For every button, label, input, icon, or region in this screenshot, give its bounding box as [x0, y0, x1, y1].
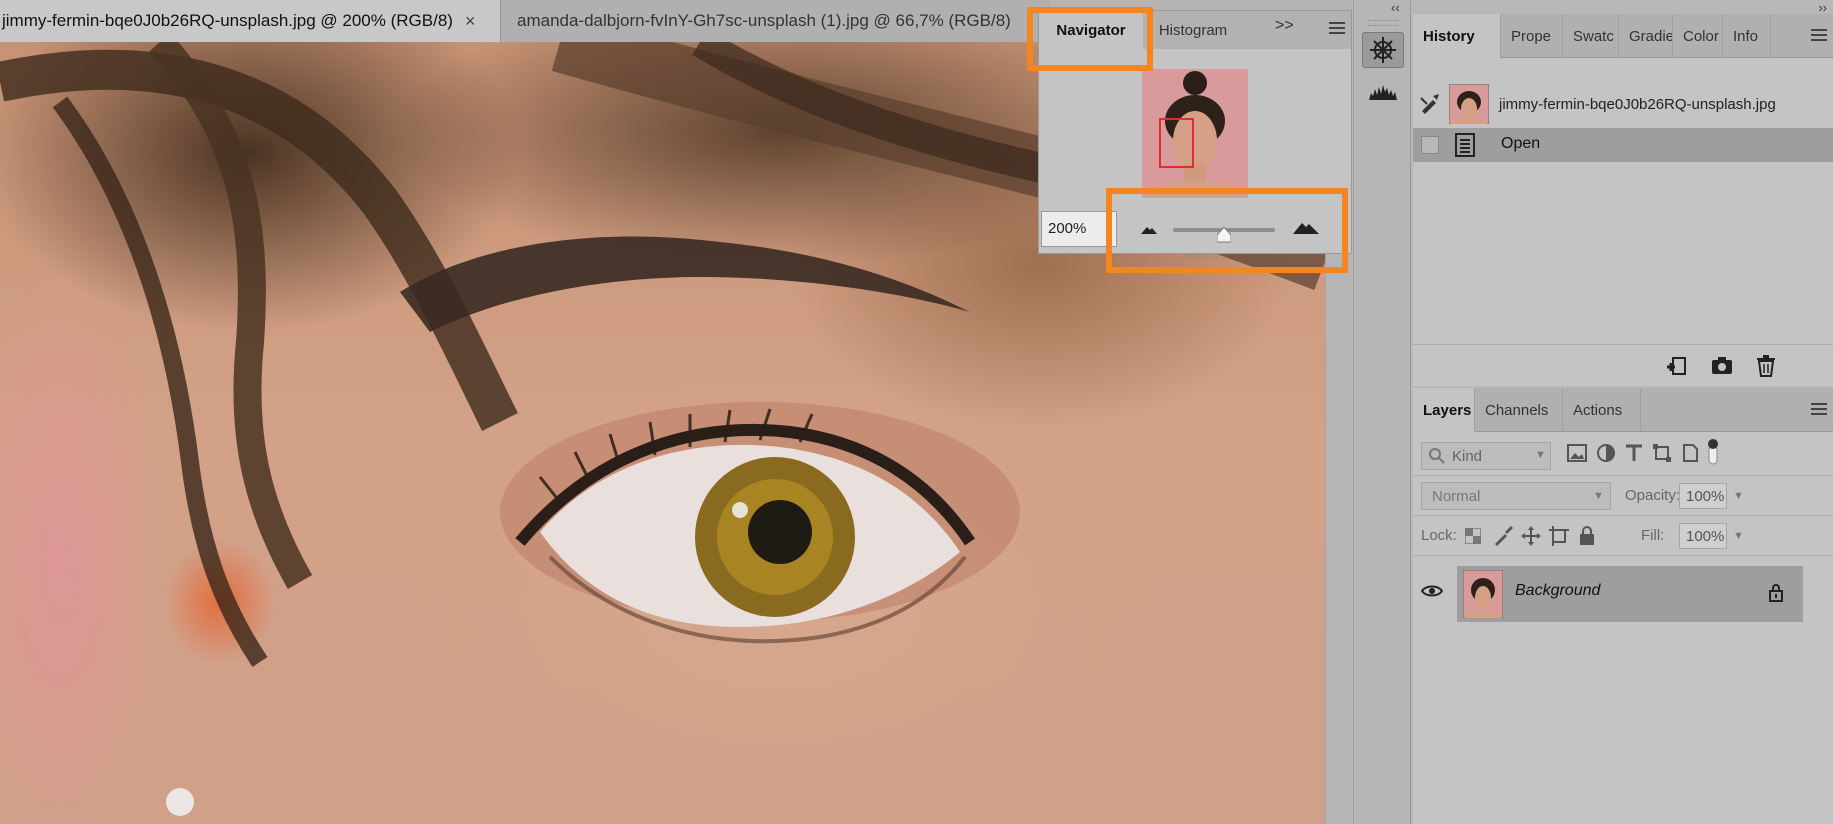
layer-row-background[interactable]: Background [1457, 566, 1803, 622]
tab-histogram[interactable]: Histogram [1143, 11, 1243, 49]
snapshot-name: jimmy-fermin-bqe0J0b26RQ-unsplash.jpg [1499, 96, 1776, 113]
collapse-dock-icon[interactable]: ‹‹ [1391, 0, 1400, 15]
snapshot-thumbnail [1449, 84, 1489, 124]
lock-artboard-icon[interactable] [1549, 526, 1569, 546]
opacity-label: Opacity: [1625, 487, 1681, 504]
document-tab-active[interactable]: jimmy-fermin-bqe0J0b26RQ-unsplash.jpg @ … [0, 0, 500, 42]
navigator-icon [1370, 37, 1396, 63]
blend-row: Normal ▼ Opacity: 100% ▼ [1413, 476, 1833, 516]
lock-image-pixels-icon[interactable] [1493, 526, 1513, 546]
tab-gradients[interactable]: Gradie [1619, 14, 1673, 58]
tab-history[interactable]: History [1413, 14, 1501, 58]
document-tab-inactive[interactable]: amanda-dalbjorn-fvInY-Gh7sc-unsplash (1)… [500, 0, 1050, 42]
tab-info[interactable]: Info [1723, 14, 1771, 58]
highlight-navigator-tab [1027, 7, 1153, 71]
shape-filter-icon[interactable] [1653, 444, 1671, 462]
history-brush-source-icon[interactable] [1419, 92, 1441, 114]
histogram-icon [1369, 85, 1397, 100]
document-tab-title: jimmy-fermin-bqe0J0b26RQ-unsplash.jpg @ … [2, 11, 453, 30]
smart-object-filter-icon[interactable] [1681, 444, 1699, 462]
eye-icon[interactable] [1421, 584, 1443, 598]
fill-label: Fill: [1641, 527, 1665, 544]
highlight-zoom-slider [1106, 188, 1348, 273]
tab-properties[interactable]: Prope [1501, 14, 1563, 58]
lock-position-icon[interactable] [1521, 526, 1541, 546]
adjustment-filter-icon[interactable] [1597, 444, 1615, 462]
history-footer [1413, 344, 1833, 386]
collapse-right-icon[interactable]: ›› [1818, 0, 1827, 15]
filter-toggle-icon[interactable] [1707, 438, 1719, 466]
tab-layers[interactable]: Layers [1413, 388, 1475, 432]
panel-menu-icon[interactable] [1329, 21, 1345, 35]
layer-thumbnail [1463, 570, 1503, 618]
layers-panel: Kind ▼ Normal ▼ Opacity: 100% ▼ Lock: Fi… [1413, 432, 1833, 824]
tab-swatches[interactable]: Swatc [1563, 14, 1619, 58]
navigator-dock-button[interactable] [1362, 32, 1404, 68]
history-snapshot[interactable]: jimmy-fermin-bqe0J0b26RQ-unsplash.jpg [1413, 82, 1833, 128]
histogram-dock-button[interactable] [1362, 74, 1404, 110]
tab-actions[interactable]: Actions [1563, 388, 1641, 432]
trash-icon[interactable] [1757, 355, 1775, 377]
history-panel: jimmy-fermin-bqe0J0b26RQ-unsplash.jpg Op… [1413, 58, 1833, 363]
expand-panels-icon[interactable]: >> [1275, 17, 1294, 35]
chevron-down-icon[interactable]: ▼ [1733, 530, 1744, 542]
tab-channels[interactable]: Channels [1475, 388, 1563, 432]
lock-row: Lock: Fill: 100% ▼ [1413, 516, 1833, 556]
opacity-input[interactable]: 100% [1679, 483, 1727, 509]
blend-mode-value: Normal [1432, 488, 1481, 505]
collapsed-panel-dock: ‹‹ [1353, 0, 1411, 824]
filter-kind-label: Kind [1452, 448, 1483, 465]
lock-all-icon[interactable] [1579, 526, 1595, 546]
history-step[interactable]: Open [1413, 128, 1833, 162]
tab-color[interactable]: Color [1673, 14, 1723, 58]
type-filter-icon[interactable] [1625, 444, 1643, 462]
panel-menu-icon[interactable] [1811, 402, 1827, 416]
dock-grip[interactable] [1368, 20, 1398, 26]
document-tab-title: amanda-dalbjorn-fvInY-Gh7sc-unsplash (1)… [517, 11, 1011, 30]
chevron-down-icon: ▼ [1535, 449, 1546, 461]
document-icon [1455, 133, 1475, 157]
chevron-down-icon[interactable]: ▼ [1733, 490, 1744, 502]
camera-icon[interactable] [1711, 355, 1733, 375]
new-document-from-state-icon[interactable] [1667, 355, 1689, 377]
navigator-view-box[interactable] [1159, 118, 1194, 168]
history-tab-bar: History Prope Swatc Gradie Color Info [1413, 14, 1833, 58]
chevron-down-icon: ▼ [1593, 490, 1604, 502]
lock-label: Lock: [1421, 527, 1457, 544]
right-panel-column: ›› History Prope Swatc Gradie Color Info… [1413, 0, 1833, 824]
lock-transparent-pixels-icon[interactable] [1465, 528, 1481, 544]
pixel-filter-icon[interactable] [1567, 444, 1587, 462]
fill-input[interactable]: 100% [1679, 523, 1727, 549]
history-step-name: Open [1501, 135, 1541, 152]
thumbnail-portrait [1142, 69, 1248, 198]
lock-icon [1769, 584, 1783, 602]
step-checkbox[interactable] [1421, 136, 1439, 154]
close-icon[interactable]: × [465, 11, 476, 32]
layer-filter-row: Kind ▼ [1413, 432, 1833, 476]
panel-menu-icon[interactable] [1811, 28, 1827, 42]
navigator-thumbnail[interactable] [1142, 69, 1248, 198]
layer-name: Background [1515, 582, 1601, 599]
search-icon [1429, 448, 1445, 464]
blend-mode-select[interactable]: Normal [1421, 482, 1611, 510]
layers-tab-bar: Layers Channels Actions [1413, 388, 1833, 432]
